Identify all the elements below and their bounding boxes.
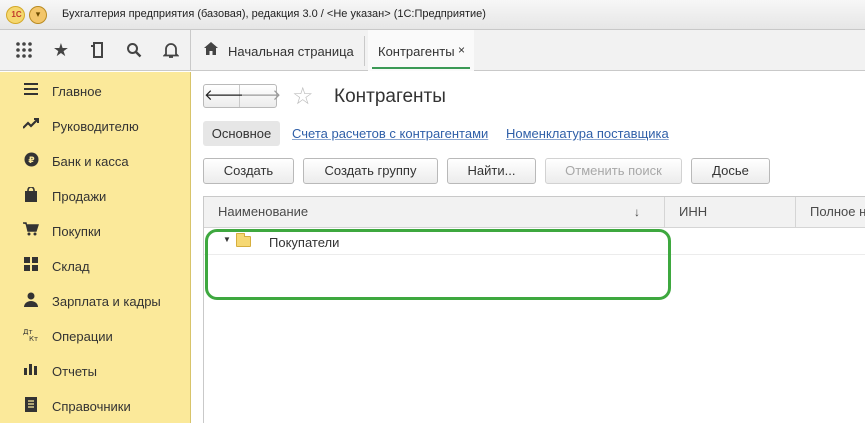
sidebar-item-label: Склад — [52, 259, 90, 274]
subnav-link-supplier-nomenclature[interactable]: Номенклатура поставщика — [506, 126, 669, 141]
trend-up-icon — [22, 117, 40, 133]
create-group-button[interactable]: Создать группу — [303, 158, 438, 184]
sidebar-item-warehouse[interactable]: Склад — [0, 248, 190, 283]
warehouse-grid-icon — [22, 257, 40, 274]
sidebar-item-purchases[interactable]: Покупки — [0, 213, 190, 248]
sidebar-item-bank[interactable]: ₽ Банк и касса — [0, 143, 190, 178]
search-icon[interactable] — [121, 38, 147, 62]
find-button[interactable]: Найти... — [447, 158, 536, 184]
tab-counterparties[interactable]: Контрагенты × — [368, 30, 474, 71]
person-icon — [22, 292, 40, 310]
bar-chart-icon — [22, 362, 40, 378]
sidebar-item-payroll[interactable]: Зарплата и кадры — [0, 283, 190, 318]
cart-icon — [22, 222, 40, 239]
sidebar-item-sales[interactable]: Продажи — [0, 178, 190, 213]
sidebar-item-label: Отчеты — [52, 364, 97, 379]
column-header-inn[interactable]: ИНН — [665, 197, 796, 227]
svg-text:₽: ₽ — [28, 156, 34, 166]
annotation-highlight — [205, 229, 671, 300]
sidebar-item-operations[interactable]: Дт Кт Операции — [0, 318, 190, 353]
favorites-star-icon[interactable]: ★ — [48, 38, 74, 62]
svg-text:Кт: Кт — [29, 335, 38, 342]
subnav-link-settlement-accounts[interactable]: Счета расчетов с контрагентами — [292, 126, 488, 141]
top-panel: ★ Начальная страница Контрагенты × — [0, 30, 865, 71]
sidebar-item-label: Главное — [52, 84, 102, 99]
sidebar-item-label: Справочники — [52, 399, 131, 414]
close-tab-icon[interactable]: × — [458, 43, 465, 57]
dossier-button[interactable]: Досье — [691, 158, 770, 184]
tab-divider — [364, 36, 365, 66]
window-title: Бухгалтерия предприятия (базовая), редак… — [62, 8, 486, 20]
book-icon — [22, 397, 40, 415]
sidebar-item-label: Банк и касса — [52, 154, 129, 169]
window-title-bar: 1С ▾ Бухгалтерия предприятия (базовая), … — [0, 0, 865, 30]
active-tab-indicator — [372, 67, 470, 69]
sidebar-item-label: Операции — [52, 329, 113, 344]
app-logo-icon[interactable]: 1С — [6, 6, 25, 24]
column-header-name[interactable]: Наименование — [204, 197, 665, 227]
sidebar-item-label: Продажи — [52, 189, 107, 204]
debit-credit-icon: Дт Кт — [22, 327, 40, 345]
sidebar-item-reports[interactable]: Отчеты — [0, 353, 190, 388]
toolbar: ★ — [0, 30, 191, 71]
tab-counterparties-label: Контрагенты — [378, 44, 455, 59]
cancel-search-button[interactable]: Отменить поиск — [545, 158, 682, 184]
sidebar-item-directories[interactable]: Справочники — [0, 388, 190, 423]
table-header: Наименование ↓ ИНН Полное наименование — [204, 197, 865, 228]
shopping-bag-icon — [22, 186, 40, 205]
sidebar-item-label: Зарплата и кадры — [52, 294, 161, 309]
column-header-full-name[interactable]: Полное наименование — [796, 197, 865, 227]
history-icon[interactable] — [85, 38, 111, 62]
sidebar-item-label: Руководителю — [52, 119, 139, 134]
logo-text: 1С — [11, 10, 22, 19]
sort-descending-icon[interactable]: ↓ — [634, 197, 640, 227]
tab-home-label: Начальная страница — [228, 44, 354, 59]
home-icon — [204, 42, 218, 58]
sections-sidebar: Главное Руководителю ₽ Банк и касса Прод… — [0, 72, 191, 423]
main-menu-icon[interactable]: ▾ — [29, 6, 47, 24]
apps-grid-icon[interactable] — [11, 38, 37, 62]
sidebar-item-manager[interactable]: Руководителю — [0, 108, 190, 143]
subnav-main[interactable]: Основное — [203, 121, 280, 146]
history-nav: 🡐 🡒 — [203, 84, 281, 108]
page-title: Контрагенты — [334, 86, 446, 107]
sidebar-item-label: Покупки — [52, 224, 101, 239]
menu-lines-icon — [22, 82, 40, 98]
back-arrow-icon[interactable]: 🡐 — [204, 85, 244, 107]
add-to-favorites-star-icon[interactable]: ☆ — [292, 82, 314, 111]
ruble-coin-icon: ₽ — [22, 152, 40, 170]
create-button[interactable]: Создать — [203, 158, 294, 184]
sidebar-item-main[interactable]: Главное — [0, 73, 190, 108]
forward-arrow-icon[interactable]: 🡒 — [241, 85, 281, 107]
tab-home[interactable]: Начальная страница — [192, 30, 364, 71]
notifications-bell-icon[interactable] — [158, 38, 184, 62]
